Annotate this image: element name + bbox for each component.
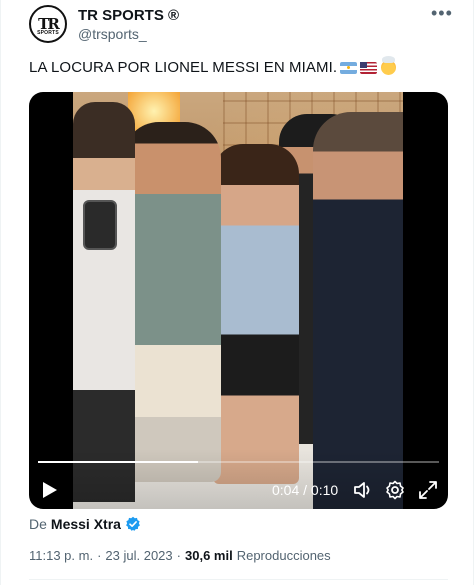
view-count-label: Reproducciones: [236, 548, 331, 563]
author-handle[interactable]: @trsports_: [78, 26, 147, 42]
video-source: De Messi Xtra: [29, 516, 141, 532]
more-options-icon[interactable]: •••: [431, 3, 453, 24]
meta-separator: ·: [97, 548, 102, 563]
divider: [29, 579, 448, 580]
avatar[interactable]: TR SPORTS: [29, 5, 67, 43]
exploding-head-icon: [381, 56, 397, 75]
author-name[interactable]: TR SPORTS ®: [78, 7, 179, 24]
flag-argentina-icon: [340, 61, 358, 74]
play-icon[interactable]: [42, 481, 58, 499]
verified-badge-icon: [126, 516, 140, 531]
flag-united-states-icon: [360, 61, 378, 74]
avatar-sub-label: SPORTS: [37, 30, 59, 36]
person-phone: [73, 102, 135, 502]
fullscreen-icon[interactable]: [418, 480, 438, 500]
floor: [73, 449, 403, 509]
view-count: 30,6 mil: [185, 548, 233, 563]
tweet-text: LA LOCURA POR LIONEL MESSI EN MIAMI.: [29, 56, 397, 76]
settings-icon[interactable]: [385, 480, 405, 500]
tweet-time[interactable]: 11:13 p. m.: [29, 548, 93, 563]
phone-in-hand: [83, 200, 117, 250]
source-prefix: De: [29, 516, 47, 532]
tweet-date[interactable]: 23 jul. 2023: [105, 548, 172, 563]
video-progress-fill: [38, 461, 199, 463]
tweet-meta: 11:13 p. m. · 23 jul. 2023 · 30,6 mil Re…: [29, 548, 331, 563]
tweet-text-body: LA LOCURA POR LIONEL MESSI EN MIAMI.: [29, 59, 338, 76]
video-frame[interactable]: [73, 92, 403, 509]
volume-icon[interactable]: [353, 481, 373, 499]
tweet-card: TR SPORTS TR SPORTS ® @trsports_ ••• LA …: [0, 0, 474, 585]
source-account-link[interactable]: Messi Xtra: [51, 516, 121, 532]
video-player[interactable]: 0:04 / 0:10: [29, 92, 448, 509]
person-woman: [213, 144, 299, 484]
person-messi: [123, 122, 221, 482]
video-progress-bar[interactable]: [38, 461, 439, 463]
meta-separator: ·: [176, 548, 181, 563]
video-time: 0:04 / 0:10: [272, 482, 339, 498]
